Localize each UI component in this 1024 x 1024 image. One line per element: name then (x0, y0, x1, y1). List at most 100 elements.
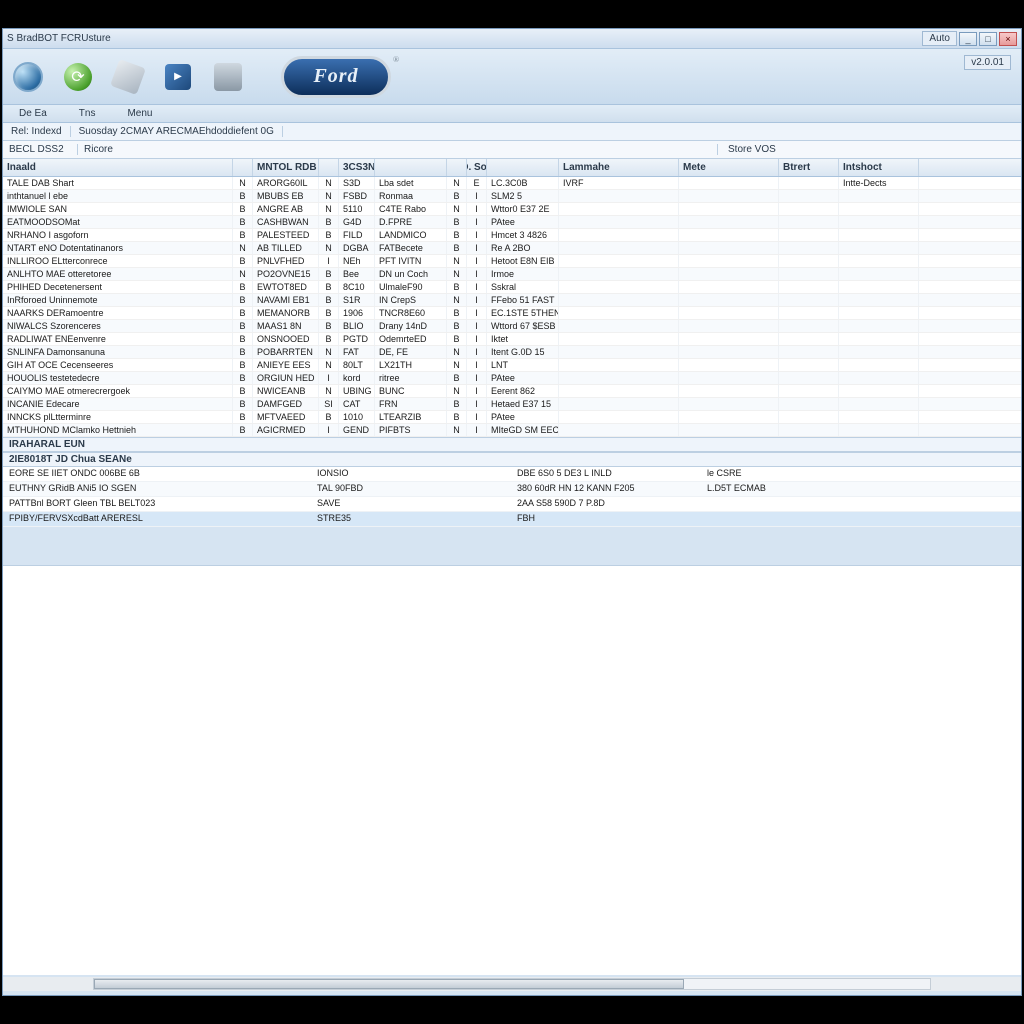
tab-strip: De Ea Tns Menu (3, 105, 1021, 123)
detail-grid[interactable]: EORE SE IIET ONDC 006BE 6BIONSIODBE 6S0 … (3, 467, 1021, 527)
cell: TAL 90FBD (311, 482, 511, 496)
cell (839, 242, 919, 254)
table-row[interactable]: PHIHED DecetenersentBEWTOT8EDB8C10Ulmale… (3, 281, 1021, 294)
cell: B (233, 346, 253, 358)
cell: N (319, 346, 339, 358)
tab-tns[interactable]: Tns (69, 106, 106, 121)
table-row[interactable]: CAIYMO MAE otmerecrergoekBNWICEANBNUBING… (3, 385, 1021, 398)
home-button[interactable] (11, 60, 45, 94)
cell (559, 255, 679, 267)
cell: B (319, 268, 339, 280)
cell: I (319, 255, 339, 267)
cell: CASHBWAN (253, 216, 319, 228)
col-mete[interactable]: Mete (679, 159, 779, 176)
detail-row[interactable]: PATTBnl BORT Gleen TBL BELT023SAVE2AA S5… (3, 497, 1021, 512)
cell (679, 411, 779, 423)
cell: ANLHTO MAE otteretoree (3, 268, 233, 280)
table-row[interactable]: SNLINFA DamonsanunaBPOBARRTENNFATDE, FEN… (3, 346, 1021, 359)
table-row[interactable]: INCANIE EdecareBDAMFGEDSICATFRNBIHetaed … (3, 398, 1021, 411)
cell: IVRF (559, 177, 679, 189)
col-instruct[interactable]: Intshoct (839, 159, 919, 176)
col-pd[interactable]: PD. Sovd (467, 159, 487, 176)
cell: AB TILLED (253, 242, 319, 254)
col-flag2[interactable] (319, 159, 339, 176)
col-code[interactable]: MNTOL RDB (253, 159, 319, 176)
cell: 380 60dR HN 12 KANN F205 (511, 482, 701, 496)
cell: N (447, 346, 467, 358)
table-row[interactable]: inthtanuel l ebeBMBUBS EBNFSBDRonmaaBISL… (3, 190, 1021, 203)
cell: HOUOLIS testetedecre (3, 372, 233, 384)
cell: MBUBS EB (253, 190, 319, 202)
scrollbar-track[interactable] (93, 978, 931, 990)
cell: INLLIROO ELtterconrece (3, 255, 233, 267)
cell: LTEARZIB (375, 411, 447, 423)
cell: I (467, 346, 487, 358)
titlebar[interactable]: S BradBOT FCRUsture Auto _ □ × (3, 29, 1021, 49)
cell: ANIEYE EES (253, 359, 319, 371)
detail-row[interactable]: EORE SE IIET ONDC 006BE 6BIONSIODBE 6S0 … (3, 467, 1021, 482)
table-row[interactable]: RADLIWAT ENEenvenreBONSNOOEDBPGTDOdemrte… (3, 333, 1021, 346)
cell: DBE 6S0 5 DE3 L INLD (511, 467, 701, 481)
cell (779, 281, 839, 293)
cell (779, 411, 839, 423)
cell: I (467, 268, 487, 280)
horizontal-scrollbar[interactable] (3, 977, 1021, 991)
save-button[interactable] (211, 60, 245, 94)
table-row[interactable]: HOUOLIS testetedecreBORGIUN HEDIkordritr… (3, 372, 1021, 385)
module-button[interactable]: ▶ (161, 60, 195, 94)
close-button[interactable]: × (999, 32, 1017, 46)
cell (779, 177, 839, 189)
table-row[interactable]: GIH AT OCE CecenseeresBANIEYE EESN80LTLX… (3, 359, 1021, 372)
filter-tag: Store VOS (717, 144, 786, 155)
table-row[interactable]: EATMOODSOMatBCASHBWANBG4DD.FPREBIPAtee (3, 216, 1021, 229)
table-row[interactable]: NRHANO I asgofornBPALESTEEDBFILDLANDMICO… (3, 229, 1021, 242)
package-button[interactable] (111, 60, 145, 94)
cell (679, 307, 779, 319)
cell: B (447, 242, 467, 254)
cell: I (467, 385, 487, 397)
cell: TNCR8E60 (375, 307, 447, 319)
table-row[interactable]: IMWIOLE SANBANGRE ABN5110C4TE RaboNIWtto… (3, 203, 1021, 216)
cell: ARORG60IL (253, 177, 319, 189)
maximize-button[interactable]: □ (979, 32, 997, 46)
refresh-button[interactable]: ⟳ (61, 60, 95, 94)
app-window: S BradBOT FCRUsture Auto _ □ × ⟳ ▶ Ford … (2, 28, 1022, 996)
table-row[interactable]: NIWALCS SzorenceresBMAAS1 8NBBLIODrany 1… (3, 320, 1021, 333)
table-row[interactable]: TALE DAB ShartNARORG60ILNS3DLba sdetNELC… (3, 177, 1021, 190)
detail-row[interactable]: EUTHNY GRidB ANi5 IO SGENTAL 90FBD380 60… (3, 482, 1021, 497)
cell (679, 294, 779, 306)
cell (679, 190, 779, 202)
minimize-button[interactable]: _ (959, 32, 977, 46)
table-row[interactable]: INLLIROO ELtterconreceBPNLVFHEDINEhPFT I… (3, 255, 1021, 268)
cell: InRforoed Uninnemote (3, 294, 233, 306)
scrollbar-thumb[interactable] (94, 979, 684, 989)
tab-menu[interactable]: Menu (117, 106, 162, 121)
table-row[interactable]: ANLHTO MAE otteretoreeNPO2OVNE15BBeeDN u… (3, 268, 1021, 281)
col-id[interactable]: 3CS3N (339, 159, 375, 176)
table-row[interactable]: INNCKS plLtterminreBMFTVAEEDB1010LTEARZI… (3, 411, 1021, 424)
table-row[interactable]: NAARKS DERamoentreBMEMANORBB1906TNCR8E60… (3, 307, 1021, 320)
col-lastname[interactable]: Lammahe (559, 159, 679, 176)
table-row[interactable]: NTART eNO DotentatinanorsNAB TILLEDNDGBA… (3, 242, 1021, 255)
col-start[interactable]: Btrert (779, 159, 839, 176)
cell: le CSRE (701, 467, 901, 481)
tab-data[interactable]: De Ea (9, 106, 57, 121)
col-value[interactable] (487, 159, 559, 176)
vehicle-value[interactable]: Suosday 2CMAY ARECMAEhdoddiefent 0G (70, 126, 283, 137)
ford-logo: Ford (281, 56, 391, 98)
col-flag1[interactable] (233, 159, 253, 176)
cell: N (447, 203, 467, 215)
cell: FRN (375, 398, 447, 410)
filter-label: BECL DSS2 (3, 144, 77, 155)
table-row[interactable]: MTHUHOND MClamko HettniehBAGICRMEDIGENDP… (3, 424, 1021, 437)
col-desc[interactable] (375, 159, 447, 176)
col-name[interactable]: Inaald (3, 159, 233, 176)
table-row[interactable]: InRforoed UninnemoteBNAVAMI EB1BS1RIN Cr… (3, 294, 1021, 307)
cell (679, 320, 779, 332)
detail-row[interactable]: FPIBY/FERVSXcdBatt ARERESLSTRE35FBH (3, 512, 1021, 527)
grid-body[interactable]: TALE DAB ShartNARORG60ILNS3DLba sdetNELC… (3, 177, 1021, 437)
cell: GEND (339, 424, 375, 436)
filter-value[interactable]: Ricore (77, 144, 717, 155)
col-flag3[interactable] (447, 159, 467, 176)
cell (559, 203, 679, 215)
